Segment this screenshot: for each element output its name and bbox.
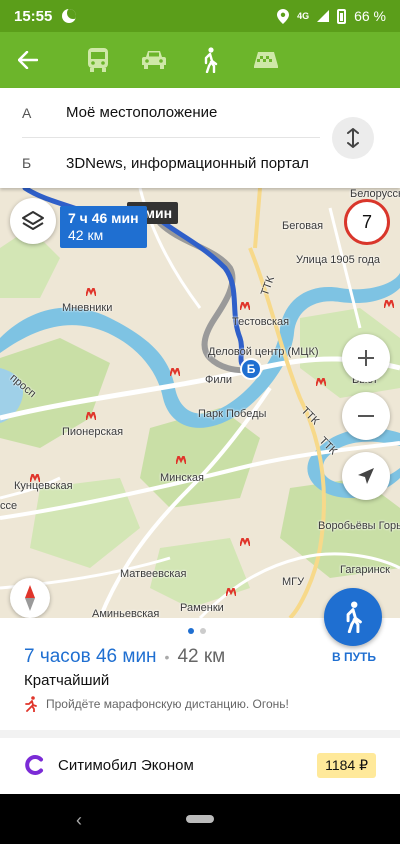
- battery-level: 66 %: [354, 8, 386, 24]
- route-from-text: Моё местоположение: [66, 104, 218, 121]
- destination-marker[interactable]: Б: [240, 358, 262, 380]
- metro-icon: [240, 302, 250, 310]
- transport-toolbar: [0, 32, 400, 88]
- status-icons: 4G 66 %: [277, 8, 386, 24]
- metro-icon: [170, 368, 180, 376]
- transport-modes: [70, 32, 294, 88]
- duration-row: 7 часов 46 мин • 42 км: [24, 646, 225, 668]
- status-bar: 15:55 4G 66 %: [0, 0, 400, 32]
- map-label: Пионерская: [62, 426, 124, 438]
- citymobil-logo-icon: [25, 755, 43, 775]
- system-nav-bar: ‹: [0, 794, 400, 844]
- minus-icon: [358, 415, 374, 417]
- map-label: Гагаринск: [340, 564, 390, 576]
- swap-route-button[interactable]: [332, 117, 374, 159]
- mode-walk-button[interactable]: [182, 32, 238, 88]
- route-to-text: 3DNews, информационный портал: [66, 154, 309, 172]
- map-view[interactable]: Белорусская Беговая Улица 1905 года Мнев…: [0, 188, 400, 618]
- map-label: Белорусская: [350, 188, 400, 200]
- mode-transit-button[interactable]: [70, 32, 126, 88]
- taxi-price: 1184 ₽: [317, 752, 376, 778]
- route-time-badge[interactable]: 7 ч 46 мин 42 км: [60, 206, 147, 248]
- speed-limit-badge: 7: [344, 199, 390, 245]
- map-label: МГУ: [282, 576, 305, 588]
- map-label: Деловой центр (МЦК): [208, 346, 319, 358]
- zoom-out-button[interactable]: [342, 392, 390, 440]
- layers-icon: [22, 211, 44, 230]
- route-summary-sheet: В ПУТЬ 7 часов 46 мин • 42 км Кратчайший…: [0, 588, 400, 794]
- page-dot-active: [188, 628, 194, 634]
- start-route-button[interactable]: [324, 588, 382, 646]
- arrow-left-icon: [18, 51, 38, 69]
- map-label: ссе: [0, 500, 18, 512]
- map-layers-button[interactable]: [10, 198, 56, 244]
- map-label: Фили: [205, 374, 233, 386]
- metro-icon: [226, 588, 236, 596]
- map-label: Минская: [160, 472, 205, 484]
- taxi-icon: [254, 52, 278, 68]
- map-label: Раменки: [180, 602, 224, 614]
- taxi-name: Ситимобил Эконом: [58, 756, 194, 774]
- back-button[interactable]: [0, 32, 56, 88]
- page-indicator: [188, 628, 206, 634]
- swap-icon: [347, 128, 359, 148]
- map-label: Улица 1905 года: [296, 254, 380, 266]
- my-location-button[interactable]: [342, 452, 390, 500]
- map-canvas: [0, 188, 400, 618]
- zoom-in-button[interactable]: [342, 334, 390, 382]
- start-route-label[interactable]: В ПУТЬ: [332, 650, 376, 664]
- network-type: 4G: [297, 10, 310, 21]
- separator: •: [164, 649, 170, 665]
- runner-icon: [25, 696, 37, 712]
- car-icon: [142, 51, 166, 69]
- signal-icon: [317, 10, 330, 22]
- pedestrian-icon: [204, 47, 218, 73]
- nav-home-button[interactable]: [186, 815, 214, 823]
- route-type: Кратчайший: [24, 672, 110, 689]
- metro-icon: [86, 288, 96, 296]
- metro-icon: [316, 378, 326, 386]
- mode-car-button[interactable]: [126, 32, 182, 88]
- metro-icon: [30, 474, 40, 482]
- plus-icon: [358, 350, 374, 366]
- location-icon: [277, 8, 290, 24]
- status-time: 15:55: [14, 7, 53, 25]
- pedestrian-icon: [346, 601, 362, 633]
- route-time: 7 ч 46 мин: [68, 210, 139, 226]
- map-label: Воробьёвы Горы: [318, 520, 400, 532]
- map-label: Матвеевская: [120, 568, 187, 580]
- compass-button[interactable]: [10, 578, 50, 618]
- metro-icon: [86, 412, 96, 420]
- route-to-letter: Б: [22, 155, 32, 171]
- route-from-field[interactable]: А Моё местоположение: [22, 88, 320, 138]
- mode-taxi-button[interactable]: [238, 32, 294, 88]
- route-from-letter: А: [22, 104, 32, 121]
- compass-icon: [25, 585, 35, 611]
- metro-icon: [240, 538, 250, 546]
- navigation-arrow-icon: [358, 468, 374, 484]
- metro-icon: [176, 456, 186, 464]
- night-mode-icon: [62, 9, 77, 23]
- map-label: Парк Победы: [198, 408, 267, 420]
- page-dot: [200, 628, 206, 634]
- map-label: Беговая: [282, 220, 324, 232]
- route-distance: 42 км: [68, 227, 104, 243]
- battery-icon: [337, 8, 347, 24]
- route-panel: А Моё местоположение Б 3DNews, информаци…: [0, 88, 400, 188]
- route-duration: 7 часов 46 мин: [24, 646, 157, 667]
- marathon-note: Пройдёте марафонскую дистанцию. Огонь!: [24, 696, 289, 712]
- route-to-field[interactable]: Б 3DNews, информационный портал: [22, 138, 320, 188]
- bus-icon: [88, 48, 108, 72]
- map-label: Кунцевская: [14, 480, 73, 492]
- map-label: Мневники: [62, 302, 113, 314]
- map-label: Тестовская: [232, 316, 290, 328]
- map-label: Аминьевская: [92, 608, 160, 618]
- nav-back-button[interactable]: ‹: [76, 810, 82, 831]
- marathon-text: Пройдёте марафонскую дистанцию. Огонь!: [46, 697, 289, 711]
- route-distance-summary: 42 км: [177, 646, 226, 667]
- metro-icon: [384, 300, 394, 308]
- divider: [0, 730, 400, 738]
- taxi-offer[interactable]: Ситимобил Эконом 1184 ₽: [24, 748, 376, 782]
